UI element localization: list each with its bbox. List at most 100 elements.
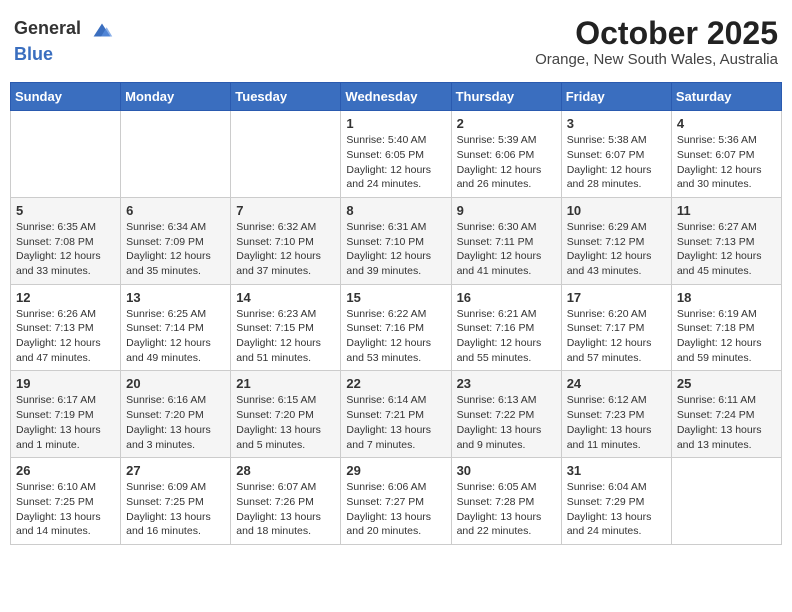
calendar-cell xyxy=(231,111,341,198)
cell-text-line: and 26 minutes. xyxy=(457,177,556,192)
calendar-cell xyxy=(121,111,231,198)
cell-text-line: Sunset: 7:12 PM xyxy=(567,235,666,250)
cell-text-line: Sunset: 7:22 PM xyxy=(457,408,556,423)
calendar-cell: 9Sunrise: 6:30 AMSunset: 7:11 PMDaylight… xyxy=(451,197,561,284)
cell-text-line: Daylight: 13 hours xyxy=(567,423,666,438)
day-number: 7 xyxy=(236,203,335,218)
cell-text-line: Sunrise: 5:36 AM xyxy=(677,133,776,148)
day-number: 16 xyxy=(457,290,556,305)
calendar-cell: 24Sunrise: 6:12 AMSunset: 7:23 PMDayligh… xyxy=(561,371,671,458)
cell-text-line: Sunrise: 6:05 AM xyxy=(457,480,556,495)
cell-text-line: Daylight: 13 hours xyxy=(126,510,225,525)
cell-text-line: Daylight: 13 hours xyxy=(677,423,776,438)
cell-text-line: Daylight: 13 hours xyxy=(457,510,556,525)
day-number: 30 xyxy=(457,463,556,478)
cell-text-line: and 7 minutes. xyxy=(346,438,445,453)
day-number: 14 xyxy=(236,290,335,305)
cell-text-line: Sunrise: 6:13 AM xyxy=(457,393,556,408)
cell-text-line: Daylight: 12 hours xyxy=(126,249,225,264)
weekday-header-sunday: Sunday xyxy=(11,83,121,111)
cell-text-line: Daylight: 12 hours xyxy=(677,163,776,178)
cell-text-line: Sunrise: 6:22 AM xyxy=(346,307,445,322)
month-title: October 2025 xyxy=(535,16,778,51)
cell-text-line: Daylight: 13 hours xyxy=(236,510,335,525)
logo-text-blue: Blue xyxy=(14,44,53,64)
cell-text-line: Sunrise: 6:34 AM xyxy=(126,220,225,235)
cell-text-line: and 39 minutes. xyxy=(346,264,445,279)
cell-text-line: Daylight: 12 hours xyxy=(457,249,556,264)
calendar-cell: 5Sunrise: 6:35 AMSunset: 7:08 PMDaylight… xyxy=(11,197,121,284)
day-number: 8 xyxy=(346,203,445,218)
calendar-cell: 15Sunrise: 6:22 AMSunset: 7:16 PMDayligh… xyxy=(341,284,451,371)
cell-text-line: Daylight: 12 hours xyxy=(16,336,115,351)
cell-text-line: Daylight: 13 hours xyxy=(236,423,335,438)
cell-text-line: Sunrise: 6:26 AM xyxy=(16,307,115,322)
cell-text-line: and 47 minutes. xyxy=(16,351,115,366)
cell-text-line: Sunset: 6:07 PM xyxy=(677,148,776,163)
cell-text-line: Sunset: 7:25 PM xyxy=(126,495,225,510)
cell-text-line: and 14 minutes. xyxy=(16,524,115,539)
cell-text-line: Daylight: 13 hours xyxy=(457,423,556,438)
cell-text-line: Sunset: 7:17 PM xyxy=(567,321,666,336)
day-number: 19 xyxy=(16,376,115,391)
cell-text-line: and 9 minutes. xyxy=(457,438,556,453)
calendar-cell: 21Sunrise: 6:15 AMSunset: 7:20 PMDayligh… xyxy=(231,371,341,458)
day-number: 5 xyxy=(16,203,115,218)
calendar-cell: 7Sunrise: 6:32 AMSunset: 7:10 PMDaylight… xyxy=(231,197,341,284)
cell-text-line: Sunrise: 6:25 AM xyxy=(126,307,225,322)
cell-text-line: Daylight: 12 hours xyxy=(457,336,556,351)
cell-text-line: Sunrise: 6:04 AM xyxy=(567,480,666,495)
cell-text-line: Sunrise: 6:09 AM xyxy=(126,480,225,495)
day-number: 24 xyxy=(567,376,666,391)
cell-text-line: Daylight: 12 hours xyxy=(567,336,666,351)
cell-text-line: Sunset: 7:23 PM xyxy=(567,408,666,423)
calendar-cell: 12Sunrise: 6:26 AMSunset: 7:13 PMDayligh… xyxy=(11,284,121,371)
calendar-cell: 11Sunrise: 6:27 AMSunset: 7:13 PMDayligh… xyxy=(671,197,781,284)
cell-text-line: Sunset: 7:21 PM xyxy=(346,408,445,423)
calendar-cell: 29Sunrise: 6:06 AMSunset: 7:27 PMDayligh… xyxy=(341,458,451,545)
location-title: Orange, New South Wales, Australia xyxy=(535,51,778,68)
day-number: 1 xyxy=(346,116,445,131)
cell-text-line: Daylight: 12 hours xyxy=(567,249,666,264)
day-number: 6 xyxy=(126,203,225,218)
weekday-header-saturday: Saturday xyxy=(671,83,781,111)
day-number: 11 xyxy=(677,203,776,218)
calendar-week-4: 19Sunrise: 6:17 AMSunset: 7:19 PMDayligh… xyxy=(11,371,782,458)
logo-text-general: General xyxy=(14,18,81,38)
cell-text-line: Daylight: 12 hours xyxy=(16,249,115,264)
day-number: 12 xyxy=(16,290,115,305)
cell-text-line: and 5 minutes. xyxy=(236,438,335,453)
cell-text-line: Sunrise: 6:19 AM xyxy=(677,307,776,322)
cell-text-line: Sunrise: 6:35 AM xyxy=(16,220,115,235)
calendar-week-2: 5Sunrise: 6:35 AMSunset: 7:08 PMDaylight… xyxy=(11,197,782,284)
day-number: 25 xyxy=(677,376,776,391)
day-number: 27 xyxy=(126,463,225,478)
cell-text-line: Sunset: 7:14 PM xyxy=(126,321,225,336)
cell-text-line: and 43 minutes. xyxy=(567,264,666,279)
cell-text-line: Daylight: 12 hours xyxy=(677,336,776,351)
calendar-cell: 30Sunrise: 6:05 AMSunset: 7:28 PMDayligh… xyxy=(451,458,561,545)
cell-text-line: Daylight: 13 hours xyxy=(346,510,445,525)
cell-text-line: Sunrise: 6:21 AM xyxy=(457,307,556,322)
cell-text-line: Daylight: 13 hours xyxy=(126,423,225,438)
cell-text-line: Sunset: 7:20 PM xyxy=(236,408,335,423)
cell-text-line: Sunrise: 6:07 AM xyxy=(236,480,335,495)
calendar-cell: 14Sunrise: 6:23 AMSunset: 7:15 PMDayligh… xyxy=(231,284,341,371)
cell-text-line: and 41 minutes. xyxy=(457,264,556,279)
cell-text-line: Sunrise: 5:39 AM xyxy=(457,133,556,148)
cell-text-line: Sunrise: 6:17 AM xyxy=(16,393,115,408)
cell-text-line: and 45 minutes. xyxy=(677,264,776,279)
day-number: 23 xyxy=(457,376,556,391)
day-number: 21 xyxy=(236,376,335,391)
cell-text-line: and 16 minutes. xyxy=(126,524,225,539)
cell-text-line: Daylight: 13 hours xyxy=(16,423,115,438)
weekday-header-row: SundayMondayTuesdayWednesdayThursdayFrid… xyxy=(11,83,782,111)
cell-text-line: Sunrise: 6:20 AM xyxy=(567,307,666,322)
cell-text-line: Sunset: 7:10 PM xyxy=(346,235,445,250)
weekday-header-wednesday: Wednesday xyxy=(341,83,451,111)
weekday-header-thursday: Thursday xyxy=(451,83,561,111)
day-number: 31 xyxy=(567,463,666,478)
day-number: 28 xyxy=(236,463,335,478)
cell-text-line: Daylight: 12 hours xyxy=(236,249,335,264)
calendar-cell: 19Sunrise: 6:17 AMSunset: 7:19 PMDayligh… xyxy=(11,371,121,458)
